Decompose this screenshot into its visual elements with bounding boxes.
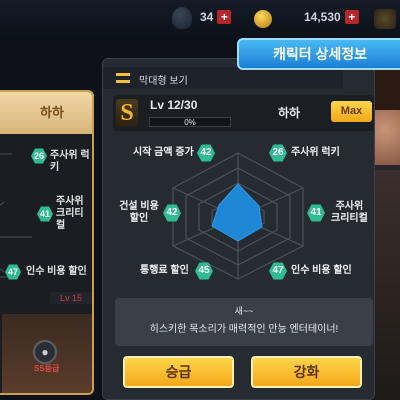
stat-label-dice-critical: 주사위 크리티컬 (331, 201, 368, 225)
stat-label-build-discount: 건설 비용 할인 (119, 201, 159, 225)
stat-label-dice-critical-line2: 크리티컬 (331, 213, 368, 224)
enhance-button[interactable]: 강화 (251, 356, 362, 388)
stat-label-start-money: 시작 금액 증가 (133, 147, 194, 158)
stat-label-toll-discount: 통행료 할인 (140, 265, 189, 276)
stat-label-acquire-discount: 인수 비용 할인 (291, 265, 352, 276)
upgrade-button[interactable]: 승급 (123, 356, 234, 388)
stat-label-dice-critical-line1: 주사위 (335, 201, 364, 212)
stat-label-dice-lucky: 주사위 럭키 (291, 147, 340, 158)
stat-label-build-discount-line2: 할인 (129, 213, 149, 224)
description-line-2: 히스키한 목소리가 매력적인 만능 엔터테이너! (149, 324, 339, 335)
stat-label-build-discount-line1: 건설 비용 (119, 201, 159, 212)
description-line-1: 새~~ (234, 306, 254, 316)
